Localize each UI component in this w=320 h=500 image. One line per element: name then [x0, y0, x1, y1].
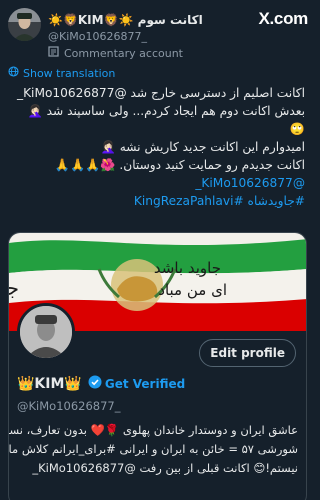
profile-name-row: 👑KIM👑 Get Verified	[17, 375, 185, 392]
tweet-line-2: بعدش اکانت دوم هم ایجاد کردم... ولی ساسپ…	[27, 104, 305, 118]
tweet-line-5: اکانت جدیدم رو حمایت کنید دوستان. 🌺🙏🙏🙏	[54, 158, 305, 172]
author-handle[interactable]: @KiMo10626877_	[48, 30, 147, 43]
edit-profile-button[interactable]: Edit profile	[199, 339, 296, 367]
tweet-line-3: 🙄	[289, 122, 305, 136]
verified-badge-icon	[88, 375, 102, 392]
profile-card[interactable]: جاویدشاه جاوید باشد ای من مباد Edit prof…	[8, 232, 307, 500]
tweet-hashtags-link[interactable]: #جاویدشاه #KingRezaPahlavi	[9, 192, 305, 210]
tweet-text: اکانت اصلیم از دسترسی خارج شد @KiMo10626…	[9, 84, 305, 210]
commentary-icon	[48, 46, 59, 60]
tweet-screenshot: ☀️🦁KIM🦁☀️ اکانت سوم X.com @KiMo10626877_…	[0, 0, 315, 500]
tweet-header: ☀️🦁KIM🦁☀️ اکانت سوم X.com @KiMo10626877_…	[8, 8, 308, 60]
tweet-line-4: امیدوارم این اکانت جدید کاریش نشه 🤦🏻‍♀️	[100, 140, 305, 154]
author-avatar[interactable]	[8, 8, 41, 41]
bio-line-2: شورشی ۵۷ = خائن به ایران و ایرانی #برای_…	[8, 442, 298, 456]
author-name[interactable]: ☀️🦁KIM🦁☀️ اکانت سوم	[48, 11, 203, 28]
profile-avatar[interactable]	[17, 303, 75, 361]
x-logo: X.com	[258, 9, 308, 28]
profile-bio: عاشق ایران و دوستدار خاندان پهلوی 🌹❤️ بد…	[8, 421, 298, 478]
tweet-line-1: اکانت اصلیم از دسترسی خارج شد @KiMo10626…	[16, 86, 305, 100]
show-translation-link[interactable]: Show translation	[8, 66, 115, 80]
bio-line-3: نیستم!😊 اکانت قبلی از بین رفت @KiMo10626…	[32, 461, 298, 475]
profile-handle: @KiMo10626877_	[17, 399, 121, 413]
commentary-label: Commentary account	[48, 46, 183, 60]
get-verified-button[interactable]: Get Verified	[88, 375, 185, 392]
translate-globe-icon	[8, 66, 19, 80]
bio-line-1: عاشق ایران و دوستدار خاندان پهلوی 🌹❤️ بد…	[8, 423, 298, 437]
profile-name: 👑KIM👑	[17, 375, 82, 392]
banner-right-text-2: ای من مباد	[158, 281, 227, 299]
banner-left-text: جاویدشاه	[9, 276, 19, 300]
tweet-mention-link[interactable]: @KiMo10626877_	[9, 174, 305, 192]
banner-right-text: جاوید باشد	[154, 259, 221, 277]
